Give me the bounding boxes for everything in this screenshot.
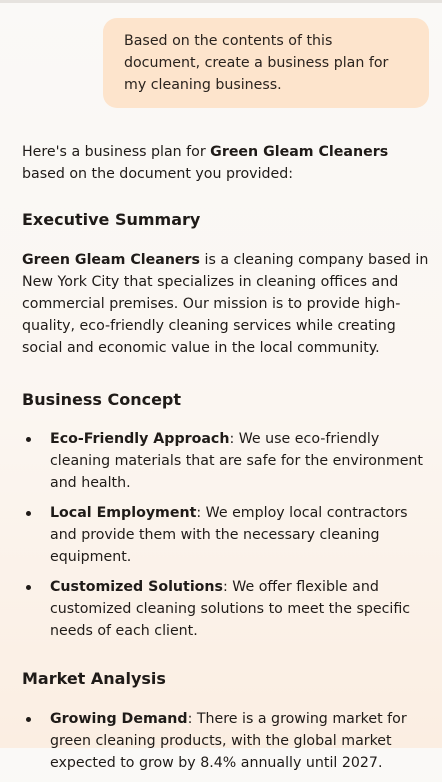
heading-executive-summary: Executive Summary [22,210,201,229]
intro-text-end: based on the document you provided: [22,166,294,182]
list-item: Local Employment: We employ local contra… [22,502,432,568]
bullet-icon [26,511,31,516]
executive-summary-text: Green Gleam Cleaners is a cleaning compa… [22,249,432,359]
list-item-term: Local Employment [50,505,197,521]
response-intro: Here's a business plan for Green Gleam C… [22,141,432,185]
executive-summary-company: Green Gleam Cleaners [22,252,200,268]
bullet-icon [26,717,31,722]
heading-business-concept: Business Concept [22,390,182,409]
top-divider [0,0,442,3]
intro-text-start: Here's a business plan for [22,144,211,160]
heading-market-analysis: Market Analysis [22,669,166,688]
list-item: Growing Demand: There is a growing marke… [22,708,432,774]
business-concept-list: Eco-Friendly Approach: We use eco-friend… [22,428,432,642]
bullet-icon [26,585,31,590]
list-item-term: Growing Demand [50,711,188,727]
list-item: Eco-Friendly Approach: We use eco-friend… [22,428,432,494]
list-item: Customized Solutions: We offer flexible … [22,576,432,642]
intro-company-name: Green Gleam Cleaners [210,144,389,160]
bullet-icon [26,437,31,442]
list-item-term: Eco-Friendly Approach [50,431,230,447]
user-message-text: Based on the contents of this document, … [124,33,389,93]
market-analysis-list: Growing Demand: There is a growing marke… [22,708,432,774]
assistant-response: Here's a business plan for Green Gleam C… [22,141,432,782]
user-message-bubble: Based on the contents of this document, … [103,18,429,108]
list-item-term: Customized Solutions [50,579,223,595]
